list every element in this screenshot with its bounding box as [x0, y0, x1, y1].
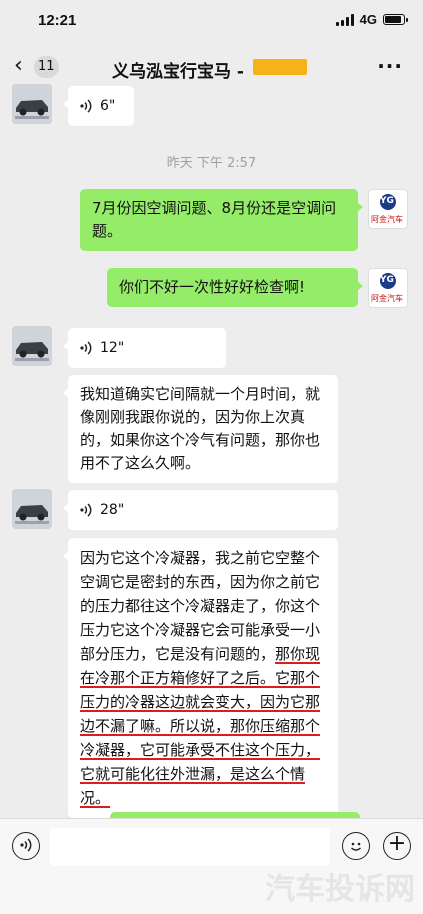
avatar[interactable] — [12, 326, 52, 366]
received-message[interactable]: 因为它这个冷凝器，我之前它空整个空调它是密封的东西，因为你之前它的压力都往这个冷… — [63, 538, 338, 818]
chat-title: 义乌泓宝行宝马 - — [112, 62, 244, 82]
avatar-logo-text: YG — [380, 275, 394, 285]
battery-icon — [383, 14, 408, 25]
back-icon[interactable]: ‹ — [14, 54, 23, 78]
car-avatar-icon — [12, 84, 52, 124]
received-message[interactable]: 我知道确实它间隔就一个月时间，就像刚刚我跟你说的，因为你上次真的，如果你这个冷气… — [63, 375, 338, 483]
highlighted-text: 那你现在冷那个正方箱修好了之后。它那个压力的冷器这边就会变大，因为它那边不漏了嘛… — [80, 645, 321, 807]
plus-icon[interactable]: + — [383, 832, 411, 860]
avatar-caption: 阿金汽车 — [371, 294, 403, 303]
redaction-mark — [253, 59, 307, 75]
unread-count-badge[interactable]: 11 — [34, 56, 59, 78]
voice-wave-icon — [80, 503, 92, 517]
voice-duration: 12" — [100, 339, 125, 356]
status-time: 12:21 — [38, 12, 77, 29]
message-text: 你们不好一次性好好检查啊! — [119, 278, 306, 296]
message-timestamp: 昨天 下午 2:57 — [166, 156, 257, 171]
avatar[interactable] — [12, 84, 52, 124]
message-input[interactable] — [50, 828, 330, 866]
avatar[interactable]: YG 阿金汽车 — [368, 189, 408, 229]
signal-icon — [335, 13, 354, 26]
voice-message[interactable]: 12" — [63, 328, 226, 368]
avatar-caption: 阿金汽车 — [371, 215, 403, 224]
avatar[interactable] — [12, 489, 52, 529]
more-icon[interactable]: ··· — [377, 54, 403, 78]
voice-duration: 6" — [100, 97, 116, 114]
input-bar: + 汽车投诉网 — [0, 818, 423, 914]
voice-input-icon[interactable] — [12, 832, 40, 860]
car-avatar-icon — [12, 326, 52, 366]
voice-duration: 28" — [100, 501, 125, 518]
sent-message[interactable]: 你们不好一次性好好检查啊! — [107, 268, 363, 307]
message-text: 7月份因空调问题、8月份还是空调问题。 — [92, 199, 337, 240]
voice-wave-icon — [80, 341, 92, 355]
voice-wave-icon — [80, 99, 92, 113]
sent-message[interactable]: 7月份因空调问题、8月份还是空调问题。 — [80, 189, 363, 251]
car-avatar-icon — [12, 489, 52, 529]
chat-header: ‹ 11 义乌泓宝行宝马 - ··· — [0, 44, 423, 90]
status-icons: 4G — [335, 12, 408, 27]
message-text: 我知道确实它间隔就一个月时间，就像刚刚我跟你说的，因为你上次真的，如果你这个冷气… — [80, 385, 321, 472]
voice-message[interactable]: 6" — [63, 86, 134, 126]
network-type: 4G — [359, 12, 377, 27]
avatar[interactable]: YG 阿金汽车 — [368, 268, 408, 308]
emoji-icon[interactable] — [342, 832, 370, 860]
avatar-logo-text: YG — [380, 196, 394, 206]
watermark: 汽车投诉网 — [265, 873, 415, 906]
status-bar: 12:21 4G — [0, 0, 423, 44]
voice-message[interactable]: 28" — [63, 490, 338, 530]
